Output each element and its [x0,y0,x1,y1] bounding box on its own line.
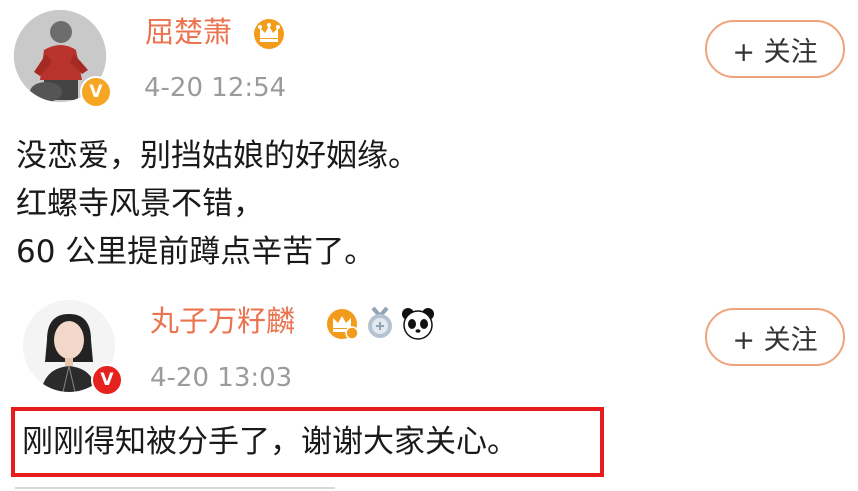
timestamp: 4-20 13:03 [150,363,293,393]
verified-badge-icon: V [80,76,112,108]
timestamp: 4-20 12:54 [144,73,287,103]
medal-icon [368,306,392,338]
verified-badge-icon: V [91,364,123,396]
user-badges [324,306,436,340]
post-text: 没恋爱，别挡姑娘的好姻缘。 红螺寺风景不错， 60 公里提前蹲点辛苦了。 [16,132,419,276]
post-1: V 屈楚萧 4-20 12:54 + 关注 没恋爱，别挡姑娘的好姻缘。 红螺寺风… [0,0,858,290]
username[interactable]: 屈楚萧 [145,14,232,50]
post-text-line: 60 公里提前蹲点辛苦了。 [16,234,376,270]
post-text-line: 刚刚得知被分手了，谢谢大家关心。 [22,424,518,460]
post-text: 刚刚得知被分手了，谢谢大家关心。 [22,418,518,466]
post-text-line: 红螺寺风景不错， [16,186,264,222]
panda-icon [402,308,434,340]
user-badges [251,16,287,50]
divider [15,487,335,489]
post-2: V 丸子万籽麟 4-20 13:03 + 关注 刚刚得知被分手了，谢谢大家关心。 [0,290,858,491]
post-text-line: 没恋爱，别挡姑娘的好姻缘。 [16,138,419,174]
username[interactable]: 丸子万籽麟 [150,303,295,339]
follow-button[interactable]: + 关注 [705,308,845,366]
follow-button[interactable]: + 关注 [705,20,845,78]
crown-vip-icon [327,309,359,340]
crown-vip-icon [254,19,284,49]
